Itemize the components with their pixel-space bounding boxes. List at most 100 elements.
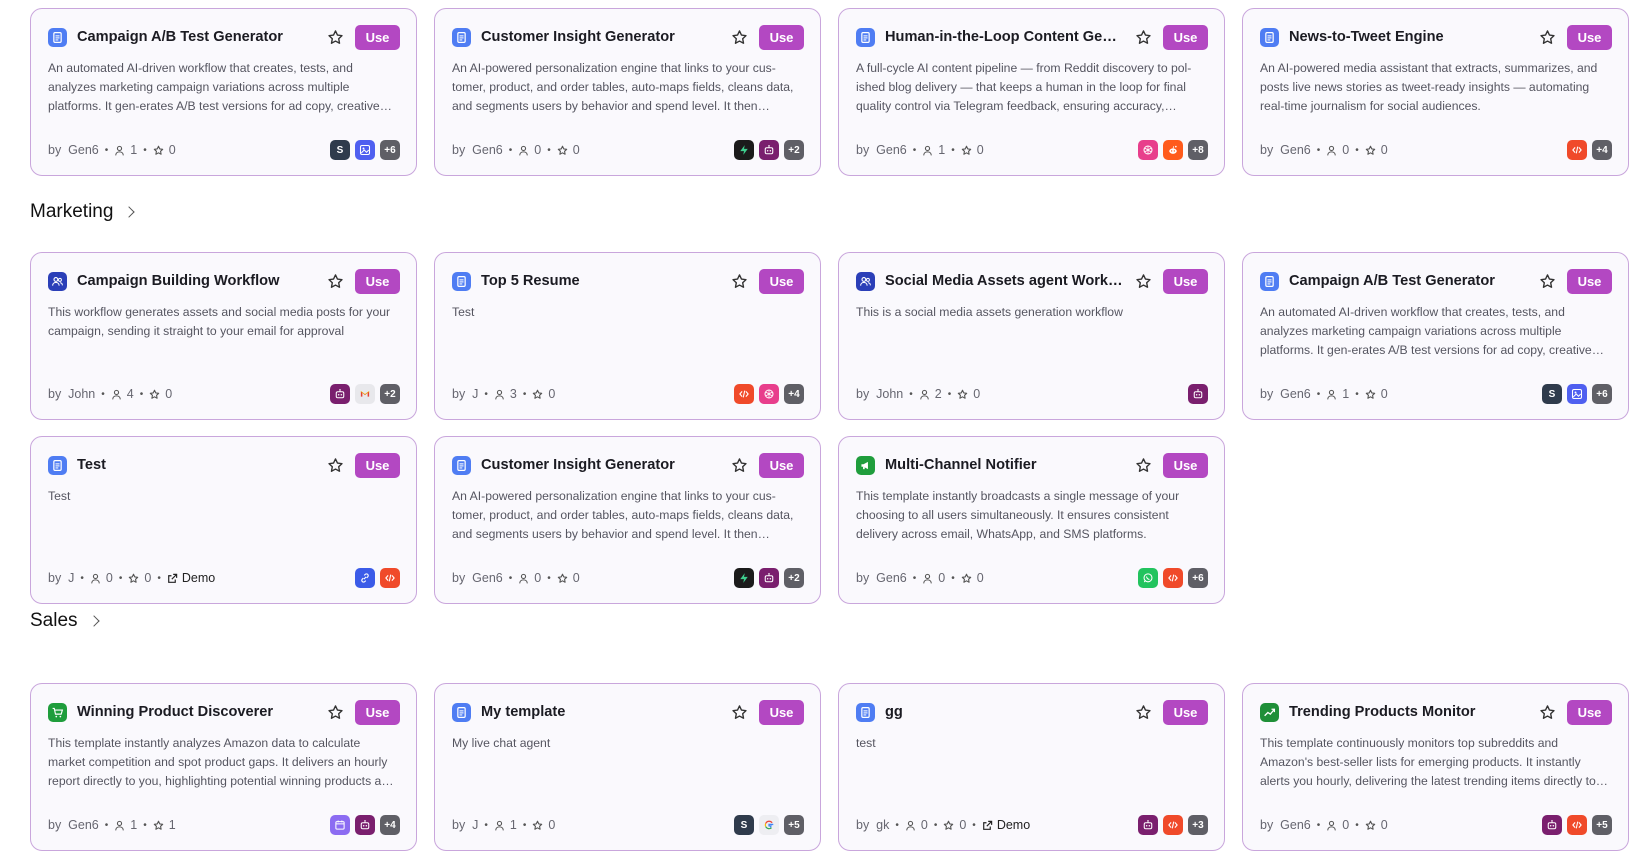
use-button[interactable]: Use [1567, 699, 1612, 725]
user-icon [114, 145, 130, 156]
favorite-star-icon[interactable] [1133, 702, 1153, 722]
code-icon [734, 384, 754, 404]
user-icon [905, 820, 921, 831]
use-button[interactable]: Use [355, 699, 400, 725]
image-icon [1567, 384, 1587, 404]
favorite-star-icon[interactable] [1133, 455, 1153, 475]
user-count: 3 [509, 387, 517, 401]
calendar-icon [330, 815, 350, 835]
use-button[interactable]: Use [759, 268, 804, 294]
favorite-star-icon[interactable] [1537, 271, 1557, 291]
author-name: John [68, 387, 96, 401]
template-card[interactable]: Winning Product Discoverer Use This templa… [30, 683, 417, 851]
template-card[interactable]: Customer Insight Generator Use An AI-power… [434, 436, 821, 604]
use-button[interactable]: Use [1567, 24, 1612, 50]
more-integrations-badge: +2 [784, 140, 804, 160]
author-name: J [68, 571, 75, 585]
card-footer: by gk • 0 • 0 • Demo +3 [856, 815, 1208, 835]
use-button[interactable]: Use [759, 452, 804, 478]
user-count: 0 [534, 571, 542, 585]
template-card[interactable]: Campaign A/B Test Generator Use An automat… [1242, 252, 1629, 420]
more-integrations-badge: +4 [1592, 140, 1612, 160]
section-marketing-header[interactable]: Marketing [30, 201, 136, 223]
template-card[interactable]: My template Use My live chat agent by J • 1 • 0… [434, 683, 821, 851]
more-integrations-badge: +4 [784, 384, 804, 404]
favorite-star-icon[interactable] [325, 27, 345, 47]
use-button[interactable]: Use [1163, 452, 1208, 478]
use-button[interactable]: Use [355, 268, 400, 294]
use-button[interactable]: Use [1163, 268, 1208, 294]
card-title: Winning Product Discoverer [77, 704, 274, 720]
separator-dot: • [912, 572, 917, 584]
card-description: This template continuously monitors top … [1260, 736, 1596, 788]
card-header: Campaign A/B Test Generator Use [1260, 268, 1612, 294]
use-button[interactable]: Use [355, 24, 400, 50]
integration-icons: +4 [330, 815, 400, 835]
template-card[interactable]: gg Use test by gk • 0 • 0 • Demo +3 [838, 683, 1225, 851]
template-card[interactable]: Campaign A/B Test Generator Use An automat… [30, 8, 417, 176]
template-card[interactable]: Customer Insight Generator Use An AI-power… [434, 8, 821, 176]
use-button[interactable]: Use [759, 24, 804, 50]
author-name: Gen6 [68, 143, 99, 157]
card-header: My template Use [452, 699, 804, 725]
document-icon [452, 455, 471, 475]
card-meta: by gk • 0 • 0 • Demo [856, 818, 1030, 832]
card-description: Test [48, 489, 71, 503]
favorite-star-icon[interactable] [729, 271, 749, 291]
separator-dot: • [912, 144, 917, 156]
use-button[interactable]: Use [1163, 24, 1208, 50]
template-card[interactable]: Test Use Test by J • 0 • 0 • Demo [30, 436, 417, 604]
cart-icon [48, 702, 67, 722]
card-title: My template [481, 704, 566, 720]
user-count: 1 [130, 818, 138, 832]
use-button[interactable]: Use [1163, 699, 1208, 725]
use-button[interactable]: Use [355, 452, 400, 478]
use-button[interactable]: Use [759, 699, 804, 725]
card-meta: by J • 3 • 0 [452, 387, 555, 401]
template-card[interactable]: Trending Products Monitor Use This templat… [1242, 683, 1629, 851]
robot-icon [1188, 384, 1208, 404]
favorite-star-icon[interactable] [1537, 702, 1557, 722]
template-card[interactable]: Campaign Building Workflow Use This workfl… [30, 252, 417, 420]
separator-dot: • [484, 388, 488, 400]
card-header: News-to-Tweet Engine Use [1260, 24, 1612, 50]
more-integrations-badge: +6 [380, 140, 400, 160]
document-icon [452, 271, 471, 291]
code-icon [1567, 140, 1587, 160]
author-name: gk [876, 818, 890, 832]
card-description: This template instantly broadcasts a sin… [856, 489, 1180, 541]
card-footer: by Gen6 • 1 • 0 +8 [856, 140, 1208, 160]
favorite-star-icon[interactable] [1133, 27, 1153, 47]
separator-dot: • [547, 572, 551, 584]
use-button[interactable]: Use [1567, 268, 1612, 294]
favorite-star-icon[interactable] [325, 271, 345, 291]
demo-link[interactable]: Demo [167, 571, 215, 585]
by-label: by [856, 571, 870, 585]
integration-icons: +3 [1138, 815, 1208, 835]
favorite-star-icon[interactable] [729, 702, 749, 722]
author-name: J [472, 818, 479, 832]
section-sales-header[interactable]: Sales [30, 610, 100, 632]
card-title: Top 5 Resume [481, 273, 580, 289]
template-card[interactable]: Top 5 Resume Use Test by J • 3 • 0 +4 [434, 252, 821, 420]
template-card[interactable]: Human-in-the-Loop Content Genera… Use A fu… [838, 8, 1225, 176]
favorite-star-icon[interactable] [325, 702, 345, 722]
template-card[interactable]: News-to-Tweet Engine Use An AI-powered med… [1242, 8, 1629, 176]
separator-dot: • [508, 572, 513, 584]
favorite-star-icon[interactable] [1133, 271, 1153, 291]
template-card[interactable]: Multi-Channel Notifier Use This template i… [838, 436, 1225, 604]
favorite-star-icon[interactable] [325, 455, 345, 475]
template-card[interactable]: Social Media Assets agent Workflow Use Thi… [838, 252, 1225, 420]
star-count: 0 [168, 143, 176, 157]
separator-dot: • [101, 388, 105, 400]
separator-dot: • [547, 144, 551, 156]
card-description: A full-cycle AI content pipeline — from … [856, 61, 1192, 113]
star-count: 0 [572, 143, 580, 157]
favorite-star-icon[interactable] [729, 455, 749, 475]
demo-link[interactable]: Demo [982, 818, 1030, 832]
author-name: John [876, 387, 904, 401]
card-description: An AI-powered personalization engine tha… [452, 489, 794, 541]
by-label: by [1260, 387, 1274, 401]
favorite-star-icon[interactable] [1537, 27, 1557, 47]
favorite-star-icon[interactable] [729, 27, 749, 47]
